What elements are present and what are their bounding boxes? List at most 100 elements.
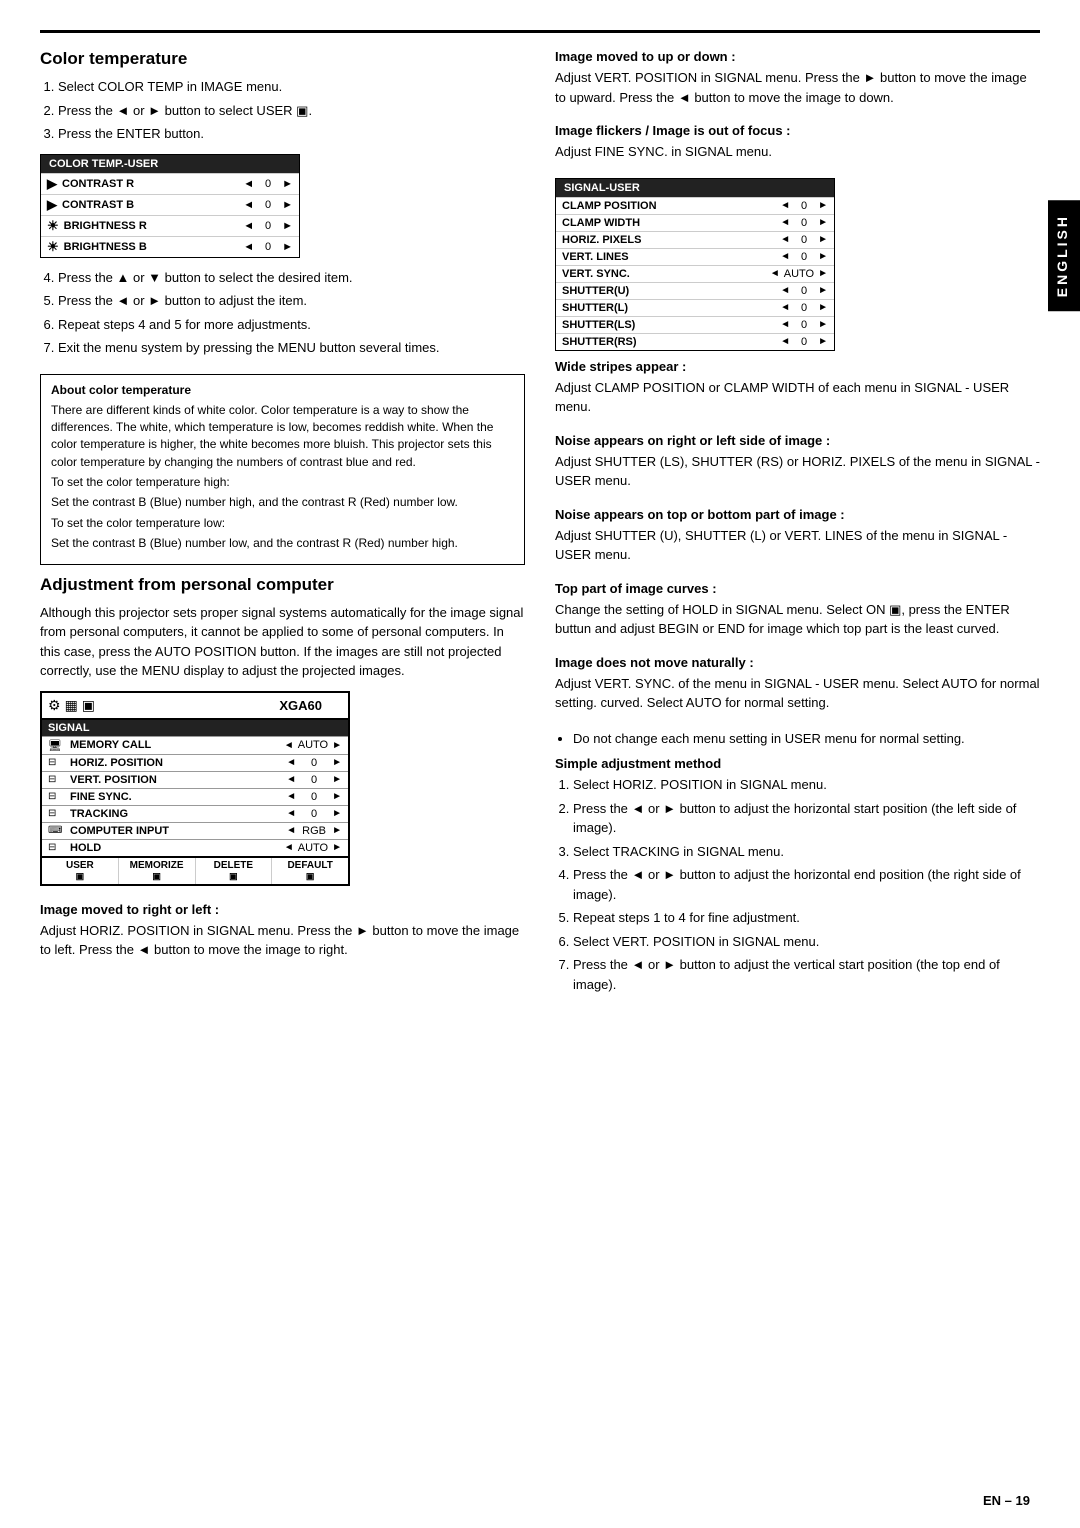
arrow-left-icon: ◄ bbox=[286, 774, 296, 785]
arrow-left-icon: ◄ bbox=[243, 178, 254, 190]
footer-user: USER▣ bbox=[42, 858, 119, 884]
arrow-right-icon: ► bbox=[818, 268, 828, 279]
about-color-temp-title: About color temperature bbox=[51, 383, 514, 397]
noise-top-bottom-section: Noise appears on top or bottom part of i… bbox=[555, 507, 1040, 565]
color-temp-steps: Select COLOR TEMP in IMAGE menu. Press t… bbox=[40, 77, 525, 144]
signal-user-header: SIGNAL-USER bbox=[556, 179, 834, 197]
footer-memorize: MEMORIZE▣ bbox=[119, 858, 196, 884]
do-not-change-list: Do not change each menu setting in USER … bbox=[555, 729, 1040, 749]
table-row: ▶ CONTRAST R ◄ 0 ► bbox=[41, 173, 299, 194]
horiz-icon: ⊟ bbox=[48, 757, 66, 768]
simple-step-3: Select TRACKING in SIGNAL menu. bbox=[573, 842, 1040, 862]
simple-step-4: Press the ◄ or ► button to adjust the ho… bbox=[573, 865, 1040, 904]
signal-user-row-shutter-u: SHUTTER(U) ◄ 0 ► bbox=[556, 282, 834, 299]
image-not-move-title: Image does not move naturally : bbox=[555, 655, 1040, 670]
arrow-right-icon: ► bbox=[332, 808, 342, 819]
image-moved-ud-section: Image moved to up or down : Adjust VERT.… bbox=[555, 49, 1040, 107]
image-moved-ud-body: Adjust VERT. POSITION in SIGNAL menu. Pr… bbox=[555, 68, 1040, 107]
page: Color temperature Select COLOR TEMP in I… bbox=[0, 0, 1080, 1528]
arrow-left-icon: ◄ bbox=[780, 217, 790, 228]
play-icon: ▶ bbox=[47, 176, 57, 192]
arrow-right-icon: ► bbox=[818, 200, 828, 211]
play-icon: ▶ bbox=[47, 197, 57, 213]
about-color-temp-p2: To set the color temperature high: bbox=[51, 474, 514, 491]
noise-top-bottom-title: Noise appears on top or bottom part of i… bbox=[555, 507, 1040, 522]
color-temp-section: Color temperature Select COLOR TEMP in I… bbox=[40, 49, 525, 358]
color-temp-table: COLOR TEMP.-USER ▶ CONTRAST R ◄ 0 ► ▶ CO… bbox=[40, 154, 300, 258]
signal-user-row-shutter-l: SHUTTER(L) ◄ 0 ► bbox=[556, 299, 834, 316]
wide-stripes-body: Adjust CLAMP POSITION or CLAMP WIDTH of … bbox=[555, 378, 1040, 417]
settings-icon: ⚙ bbox=[48, 697, 61, 714]
noise-right-left-body: Adjust SHUTTER (LS), SHUTTER (RS) or HOR… bbox=[555, 452, 1040, 491]
arrow-left-icon: ◄ bbox=[284, 740, 294, 751]
step-6: Repeat steps 4 and 5 for more adjustment… bbox=[58, 315, 525, 335]
wide-stripes-title: Wide stripes appear : bbox=[555, 359, 1040, 374]
about-color-temp-p4: To set the color temperature low: bbox=[51, 515, 514, 532]
image-flickers-title: Image flickers / Image is out of focus : bbox=[555, 123, 1040, 138]
signal-row-vert-pos: ⊟ VERT. POSITION ◄ 0 ► bbox=[42, 771, 348, 788]
arrow-left-icon: ◄ bbox=[780, 251, 790, 262]
arrow-right-icon: ► bbox=[818, 217, 828, 228]
top-part-curves-section: Top part of image curves : Change the se… bbox=[555, 581, 1040, 639]
arrow-right-icon: ► bbox=[282, 178, 293, 190]
simple-adjustment-steps: Select HORIZ. POSITION in SIGNAL menu. P… bbox=[555, 775, 1040, 994]
image-moved-lr-section: Image moved to right or left : Adjust HO… bbox=[40, 902, 525, 960]
signal-user-row-horiz-pixels: HORIZ. PIXELS ◄ 0 ► bbox=[556, 231, 834, 248]
arrow-left-icon: ◄ bbox=[780, 200, 790, 211]
simple-step-2: Press the ◄ or ► button to adjust the ho… bbox=[573, 799, 1040, 838]
sun-icon: ☀ bbox=[47, 239, 59, 255]
arrow-left-icon: ◄ bbox=[780, 234, 790, 245]
step-3: Press the ENTER button. bbox=[58, 124, 525, 144]
left-column: Color temperature Select COLOR TEMP in I… bbox=[40, 49, 525, 1010]
signal-menu-title: XGA60 bbox=[279, 698, 322, 713]
arrow-right-icon: ► bbox=[818, 285, 828, 296]
signal-user-row-vert-lines: VERT. LINES ◄ 0 ► bbox=[556, 248, 834, 265]
color-temp-table-header: COLOR TEMP.-USER bbox=[41, 155, 299, 173]
simple-step-6: Select VERT. POSITION in SIGNAL menu. bbox=[573, 932, 1040, 952]
image-moved-lr-body: Adjust HORIZ. POSITION in SIGNAL menu. P… bbox=[40, 921, 525, 960]
arrow-left-icon: ◄ bbox=[284, 842, 294, 853]
tracking-icon: ⊟ bbox=[48, 808, 66, 819]
arrow-right-icon: ► bbox=[332, 740, 342, 751]
memory-icon: 🖥 bbox=[48, 739, 66, 752]
user-icon: ▣ bbox=[44, 871, 116, 882]
simple-step-5: Repeat steps 1 to 4 for fine adjustment. bbox=[573, 908, 1040, 928]
arrow-right-icon: ► bbox=[818, 251, 828, 262]
adjustment-body: Although this projector sets proper sign… bbox=[40, 603, 525, 681]
step-7: Exit the menu system by pressing the MEN… bbox=[58, 338, 525, 358]
footer-default: DEFAULT▣ bbox=[272, 858, 348, 884]
signal-row-memory-call: 🖥 MEMORY CALL ◄ AUTO ► bbox=[42, 736, 348, 754]
signal-section-label: SIGNAL bbox=[42, 720, 348, 736]
footer-delete: DELETE▣ bbox=[196, 858, 273, 884]
simple-step-1: Select HORIZ. POSITION in SIGNAL menu. bbox=[573, 775, 1040, 795]
arrow-left-icon: ◄ bbox=[780, 302, 790, 313]
menu-icon: ▦ bbox=[65, 697, 78, 714]
side-tab: ENGLISH bbox=[1048, 200, 1080, 311]
signal-user-row-vert-sync: VERT. SYNC. ◄ AUTO ► bbox=[556, 265, 834, 282]
noise-right-left-section: Noise appears on right or left side of i… bbox=[555, 433, 1040, 491]
arrow-left-icon: ◄ bbox=[286, 757, 296, 768]
signal-user-row-clamp-width: CLAMP WIDTH ◄ 0 ► bbox=[556, 214, 834, 231]
arrow-right-icon: ► bbox=[332, 825, 342, 836]
image-moved-lr-title: Image moved to right or left : bbox=[40, 902, 525, 917]
signal-row-horiz-pos: ⊟ HORIZ. POSITION ◄ 0 ► bbox=[42, 754, 348, 771]
arrow-left-icon: ◄ bbox=[243, 241, 254, 253]
table-row: ▶ CONTRAST B ◄ 0 ► bbox=[41, 194, 299, 215]
about-color-temp-box: About color temperature There are differ… bbox=[40, 374, 525, 565]
arrow-left-icon: ◄ bbox=[243, 220, 254, 232]
arrow-right-icon: ► bbox=[818, 319, 828, 330]
table-row: ☀ BRIGHTNESS B ◄ 0 ► bbox=[41, 236, 299, 257]
about-color-temp-p5: Set the contrast B (Blue) number low, an… bbox=[51, 535, 514, 552]
signal-menu-table: ⚙ ▦ ▣ XGA60 SIGNAL 🖥 MEMORY CALL ◄ AUTO … bbox=[40, 691, 350, 886]
simple-adjustment-section: Simple adjustment method Select HORIZ. P… bbox=[555, 756, 1040, 994]
noise-right-left-title: Noise appears on right or left side of i… bbox=[555, 433, 1040, 448]
arrow-left-icon: ◄ bbox=[286, 791, 296, 802]
default-icon: ▣ bbox=[274, 871, 346, 882]
about-color-temp-p3: Set the contrast B (Blue) number high, a… bbox=[51, 494, 514, 511]
arrow-right-icon: ► bbox=[282, 220, 293, 232]
image-flickers-section: Image flickers / Image is out of focus :… bbox=[555, 123, 1040, 162]
signal-menu-icons: ⚙ ▦ ▣ bbox=[48, 697, 95, 714]
fine-sync-icon: ⊟ bbox=[48, 791, 66, 802]
arrow-right-icon: ► bbox=[818, 234, 828, 245]
simple-adjustment-title: Simple adjustment method bbox=[555, 756, 1040, 771]
